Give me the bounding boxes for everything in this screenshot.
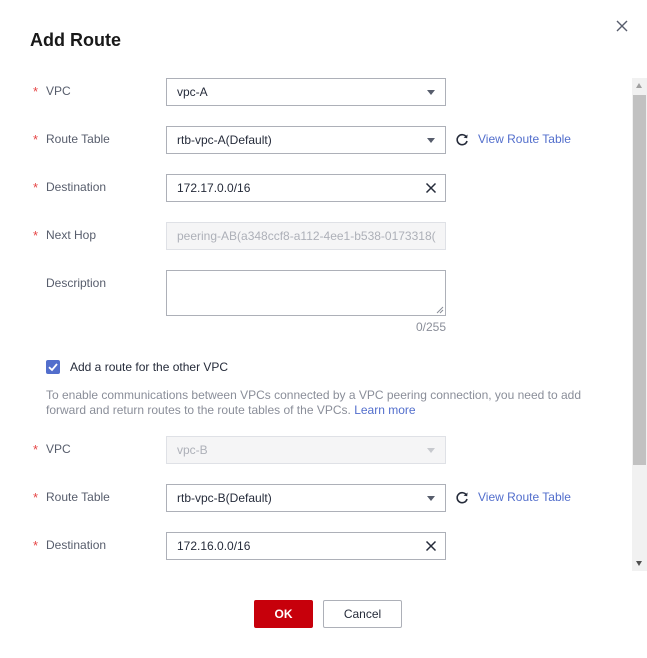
peer-vpc-select: vpc-B <box>166 436 446 464</box>
route-table-row: * Route Table rtb-vpc-A(Default) View Ro… <box>0 126 632 154</box>
required-mark: * <box>33 84 39 99</box>
learn-more-link[interactable]: Learn more <box>354 403 415 417</box>
resize-handle-icon[interactable] <box>436 306 444 314</box>
refresh-icon[interactable] <box>455 133 469 147</box>
scroll-down-icon[interactable] <box>636 561 642 566</box>
route-table-label: Route Table <box>46 132 110 146</box>
check-icon <box>48 363 58 372</box>
vpc-row: * VPC vpc-A <box>0 78 632 106</box>
chevron-down-icon <box>427 138 435 143</box>
peer-route-table-select[interactable]: rtb-vpc-B(Default) <box>166 484 446 512</box>
route-table-select[interactable]: rtb-vpc-A(Default) <box>166 126 446 154</box>
next-hop-value: peering-AB(a348ccf8-a112-4ee1-b538-01733… <box>177 229 436 243</box>
description-char-count: 0/255 <box>416 320 447 334</box>
ok-button[interactable]: OK <box>254 600 313 628</box>
clear-icon[interactable] <box>424 539 438 553</box>
close-icon[interactable] <box>612 16 632 36</box>
chevron-down-icon <box>427 448 435 453</box>
hint-text: To enable communications between VPCs co… <box>46 388 591 418</box>
required-mark: * <box>33 490 39 505</box>
refresh-icon[interactable] <box>455 491 469 505</box>
dialog-title: Add Route <box>30 30 121 50</box>
other-vpc-checkbox-label: Add a route for the other VPC <box>70 360 229 374</box>
peer-destination-row: * Destination 172.16.0.0/16 <box>0 532 632 560</box>
hint-body: To enable communications between VPCs co… <box>46 388 582 417</box>
peer-vpc-label: VPC <box>46 442 71 456</box>
required-mark: * <box>33 228 39 243</box>
peer-route-table-select-value: rtb-vpc-B(Default) <box>177 491 272 505</box>
peer-route-table-row: * Route Table rtb-vpc-B(Default) View Ro… <box>0 484 632 512</box>
clear-icon[interactable] <box>424 181 438 195</box>
vpc-label: VPC <box>46 84 71 98</box>
required-mark: * <box>33 180 39 195</box>
description-row: Description 0/255 <box>0 270 632 340</box>
route-table-select-value: rtb-vpc-A(Default) <box>177 133 272 147</box>
peer-destination-input[interactable]: 172.16.0.0/16 <box>166 532 446 560</box>
cancel-button[interactable]: Cancel <box>323 600 402 628</box>
chevron-down-icon <box>427 90 435 95</box>
form-scroll-area: * VPC vpc-A * Route Table rtb-vpc-A(Defa… <box>0 70 647 575</box>
next-hop-input: peering-AB(a348ccf8-a112-4ee1-b538-01733… <box>166 222 446 250</box>
next-hop-label: Next Hop <box>46 228 97 242</box>
peer-destination-label: Destination <box>46 538 107 552</box>
destination-row: * Destination 172.17.0.0/16 <box>0 174 632 202</box>
destination-label: Destination <box>46 180 107 194</box>
destination-input-value: 172.17.0.0/16 <box>177 181 251 195</box>
required-mark: * <box>33 538 39 553</box>
peer-destination-input-value: 172.16.0.0/16 <box>177 539 251 553</box>
scroll-up-icon[interactable] <box>636 83 642 88</box>
peer-vpc-select-value: vpc-B <box>177 443 208 457</box>
required-mark: * <box>33 442 39 457</box>
destination-input[interactable]: 172.17.0.0/16 <box>166 174 446 202</box>
form-scrollbar[interactable] <box>632 78 647 571</box>
scrollbar-thumb[interactable] <box>633 95 646 465</box>
peer-vpc-row: * VPC vpc-B <box>0 436 632 464</box>
description-textarea[interactable] <box>166 270 446 316</box>
hint-row: To enable communications between VPCs co… <box>0 388 632 422</box>
chevron-down-icon <box>427 496 435 501</box>
other-vpc-checkbox[interactable] <box>46 360 60 374</box>
peer-view-route-table-link[interactable]: View Route Table <box>478 490 571 504</box>
other-vpc-checkbox-row[interactable]: Add a route for the other VPC <box>0 358 632 378</box>
peer-route-table-label: Route Table <box>46 490 110 504</box>
next-hop-row: * Next Hop peering-AB(a348ccf8-a112-4ee1… <box>0 222 632 250</box>
description-label: Description <box>46 276 107 290</box>
view-route-table-link[interactable]: View Route Table <box>478 132 571 146</box>
required-mark: * <box>33 132 39 147</box>
vpc-select[interactable]: vpc-A <box>166 78 446 106</box>
vpc-select-value: vpc-A <box>177 85 208 99</box>
